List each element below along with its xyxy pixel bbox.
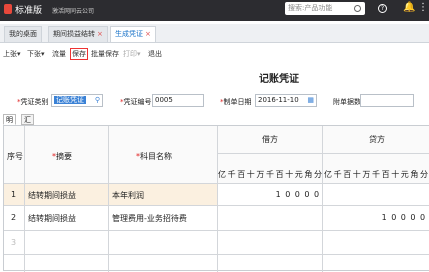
- amount-digit: 1: [381, 213, 387, 222]
- tab-label: 我的桌面: [9, 30, 37, 38]
- row-account[interactable]: 管理费用-业务招待费: [112, 213, 187, 224]
- save-button[interactable]: 保存: [70, 48, 88, 60]
- attach-label: 附单据数: [333, 98, 361, 106]
- unit-label: 分: [420, 170, 428, 179]
- voucher-table: 序号 *摘要 *科目名称 借方 贷方 亿千百十万千百十元角分 亿千百十万千百十元…: [3, 125, 429, 272]
- unit-label: 十: [352, 170, 361, 179]
- help-icon[interactable]: ?: [378, 4, 387, 13]
- tab-label: 生成凭证: [115, 30, 143, 38]
- unit-label: 千: [333, 170, 342, 179]
- close-icon[interactable]: ×: [145, 30, 151, 38]
- unit-label: 角: [304, 170, 313, 179]
- unit-label: 十: [285, 170, 294, 179]
- unit-label: 百: [343, 170, 352, 179]
- exit-button[interactable]: 退出: [148, 49, 162, 59]
- calendar-icon[interactable]: ▦: [307, 95, 314, 106]
- unit-label: 角: [410, 170, 419, 179]
- unit-label: 百: [275, 170, 284, 179]
- tab-generate-voucher[interactable]: 生成凭证 ×: [110, 26, 156, 42]
- unit-label: 元: [294, 170, 303, 179]
- amount-digit: 0: [304, 190, 310, 199]
- unit-label: 百: [237, 170, 246, 179]
- tab-desktop[interactable]: 我的桌面: [4, 26, 42, 42]
- row-summary[interactable]: 结转期间损益: [28, 213, 76, 224]
- bell-icon[interactable]: 🔔: [403, 2, 415, 13]
- unit-label: 千: [372, 170, 380, 179]
- search-icon[interactable]: [354, 5, 361, 12]
- col-header-summary: *摘要: [52, 152, 72, 161]
- col-header-credit: 贷方: [369, 135, 385, 144]
- no-label: *凭证编号: [120, 98, 152, 106]
- close-icon[interactable]: ×: [97, 30, 103, 38]
- page-tabs: 我的桌面 期间损益结转 × 生成凭证 ×: [0, 24, 429, 43]
- row-account[interactable]: 本年利润: [112, 190, 144, 201]
- amount-digit: 0: [400, 213, 406, 222]
- col-header-debit: 借方: [262, 135, 278, 144]
- unit-label: 十: [246, 170, 255, 179]
- row-summary[interactable]: 结转期间损益: [28, 190, 76, 201]
- unit-label: 元: [400, 170, 409, 179]
- amount-digit: 0: [314, 190, 320, 199]
- print-button[interactable]: 打印▾: [123, 49, 141, 59]
- amount-digit: 0: [294, 190, 300, 199]
- batch-save-button[interactable]: 批量保存: [91, 49, 119, 59]
- page-title: 记账凭证: [259, 74, 299, 85]
- next-voucher-button[interactable]: 下张▾: [27, 49, 45, 59]
- search-icon-wrap: [285, 2, 365, 15]
- amount-digit: 0: [420, 213, 426, 222]
- amount-digit: 0: [391, 213, 397, 222]
- row-seq: 2: [11, 213, 17, 222]
- tab-detail[interactable]: 明细: [3, 114, 16, 134]
- tab-period-close[interactable]: 期间损益结转 ×: [48, 26, 108, 42]
- unit-label: 万: [362, 170, 371, 179]
- amount-digit: 1: [275, 190, 281, 199]
- unit-label: 分: [314, 170, 322, 179]
- row-seq: 1: [11, 190, 17, 199]
- tab-summary[interactable]: 汇总: [21, 114, 34, 134]
- amount-digit: 0: [410, 213, 416, 222]
- company-name[interactable]: 激活网同云公司: [52, 6, 94, 15]
- search-icon[interactable]: ⚲: [95, 95, 100, 106]
- col-header-account: *科目名称: [136, 152, 172, 161]
- unit-label: 亿: [324, 170, 332, 179]
- unit-label: 千: [266, 170, 274, 179]
- amount-digit: 0: [285, 190, 291, 199]
- row-seq: 3: [11, 238, 17, 247]
- tab-label: 期间损益结转: [53, 30, 95, 38]
- voucher-type-select[interactable]: 记账凭证 ⚲: [51, 94, 103, 107]
- unit-label: 千: [227, 170, 236, 179]
- unit-label: 百: [381, 170, 390, 179]
- type-label: *凭证类别: [17, 98, 49, 106]
- logo-icon: [4, 4, 12, 14]
- unit-label: 亿: [218, 170, 226, 179]
- prev-voucher-button[interactable]: 上张▾: [3, 49, 21, 59]
- attach-count-input[interactable]: [360, 94, 414, 107]
- voucher-no-input[interactable]: 0005: [152, 94, 204, 107]
- date-label: *制单日期: [220, 98, 252, 106]
- unit-label: 万: [256, 170, 265, 179]
- more-icon[interactable]: ⋮: [418, 2, 428, 13]
- col-header-seq: 序号: [7, 152, 23, 161]
- edition-label: 标准版: [15, 6, 43, 16]
- cashflow-button[interactable]: 流量: [52, 49, 66, 59]
- toolbar: 上张▾ 下张▾ 流量 保存 批量保存 打印▾ 退出: [0, 46, 429, 62]
- date-input[interactable]: 2016-11-10 ▦: [255, 94, 317, 107]
- top-bar: 标准版 激活网同云公司 搜索:产品功能 ? 🔔 ⋮: [0, 0, 429, 21]
- unit-label: 十: [391, 170, 400, 179]
